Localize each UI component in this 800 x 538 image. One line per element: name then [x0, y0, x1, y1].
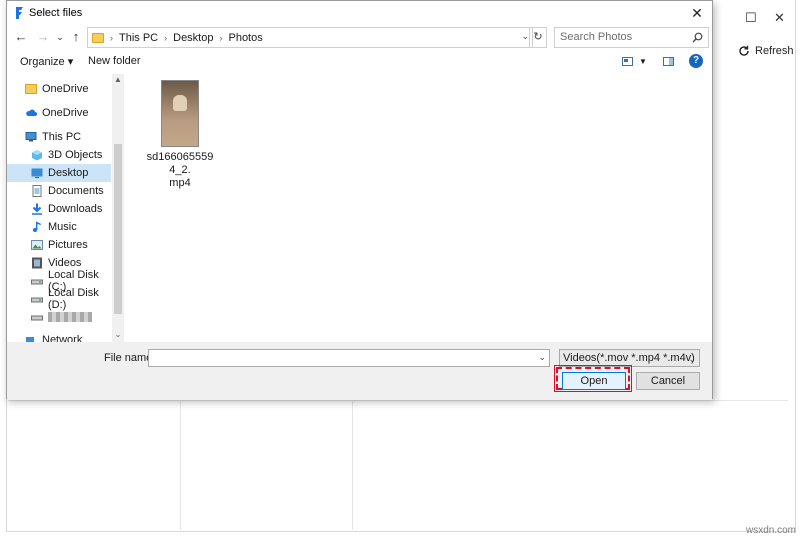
row-divider	[8, 400, 788, 401]
desktop-icon	[31, 168, 43, 178]
sidebar-item-label: Network	[42, 334, 83, 342]
file-name-input[interactable]: ⌄	[148, 349, 550, 367]
search-placeholder: Search Photos	[560, 31, 633, 43]
video-icon	[32, 257, 42, 269]
sidebar-item-label: Documents	[48, 185, 104, 197]
network-icon	[26, 337, 34, 342]
sidebar-item-pictures[interactable]: Pictures	[7, 236, 111, 254]
select-files-dialog: Select files ✕ ← → ⌄ ↑ › This PC › Deskt…	[6, 0, 713, 400]
watermark: wsxdn.com	[745, 525, 796, 536]
dialog-titlebar[interactable]: Select files ✕	[7, 1, 712, 25]
scroll-up-icon[interactable]: ▲	[112, 74, 124, 86]
sidebar-item-label: Music	[48, 221, 77, 233]
file-name-label: sd1660655594_2. mp4	[144, 151, 216, 190]
maximize-icon[interactable]: ☐	[745, 10, 757, 26]
file-name-line: sd1660655594_2.	[146, 151, 214, 176]
sidebar-item-label: Pictures	[48, 239, 88, 251]
sidebar-item-this-pc[interactable]: This PC	[7, 128, 111, 146]
dialog-toolbar: Organize ▾ New folder ▼ ?	[7, 51, 712, 73]
picture-icon	[31, 240, 43, 250]
breadcrumb-this-pc[interactable]: This PC	[119, 32, 158, 44]
music-icon	[33, 221, 42, 232]
file-item[interactable]: sd1660655594_2. mp4	[144, 80, 216, 190]
up-arrow-icon[interactable]: ↑	[67, 28, 85, 46]
chevron-down-icon[interactable]: ⌄	[538, 352, 546, 363]
column-divider	[352, 400, 353, 530]
sidebar-item-label: Videos	[48, 257, 82, 269]
dialog-title: Select files	[29, 7, 83, 19]
breadcrumb-separator-icon: ›	[110, 32, 113, 43]
drive-icon	[31, 315, 43, 321]
cloud-icon	[26, 109, 37, 116]
close-icon[interactable]: ✕	[774, 10, 785, 26]
sidebar-item-downloads[interactable]: Downloads	[7, 200, 111, 218]
sidebar-item-local-disk-d[interactable]: Local Disk (D:)	[7, 287, 111, 311]
sidebar-item-desktop[interactable]: Desktop	[7, 164, 111, 182]
app-logo-icon	[16, 7, 23, 19]
scroll-down-icon[interactable]: ⌄	[112, 329, 124, 341]
navigation-pane: OneDrive OneDrive This PC 3D Objects Des…	[7, 74, 124, 342]
column-divider	[180, 400, 181, 530]
chevron-down-icon: ⌄	[688, 354, 696, 364]
refresh-label: Refresh	[755, 45, 794, 57]
chevron-down-icon[interactable]: ⌄	[521, 31, 529, 42]
dialog-footer: File name: ⌄ Videos(*.mov *.mp4 *.m4v) ⌄…	[7, 342, 712, 400]
sidebar-item-music[interactable]: Music	[7, 218, 111, 236]
sidebar-item-label: Downloads	[48, 203, 103, 215]
redacted-label	[48, 312, 92, 322]
file-type-value: Videos(*.mov *.mp4 *.m4v)	[563, 352, 695, 364]
sidebar-item-network[interactable]: Network	[7, 331, 111, 342]
sidebar-item-label: Desktop	[48, 167, 89, 179]
preview-pane-icon[interactable]	[663, 57, 674, 66]
file-type-select[interactable]: Videos(*.mov *.mp4 *.m4v) ⌄	[559, 349, 700, 367]
navigation-bar: ← → ⌄ ↑ › This PC › Desktop › Photos ⌄ ↻…	[7, 25, 712, 49]
download-icon	[32, 203, 42, 215]
address-bar[interactable]: › This PC › Desktop › Photos ⌄	[87, 27, 533, 48]
breadcrumb-desktop[interactable]: Desktop	[173, 32, 213, 44]
nav-pane-scrollbar[interactable]: ▲ ⌄	[112, 74, 124, 342]
address-refresh-icon[interactable]: ↻	[529, 27, 547, 48]
scrollbar-thumb[interactable]	[114, 144, 122, 314]
file-list: sd1660655594_2. mp4	[127, 74, 711, 342]
dialog-close-button[interactable]: ✕	[686, 3, 708, 23]
cancel-button[interactable]: Cancel	[636, 372, 700, 390]
view-options-icon[interactable]	[622, 57, 633, 66]
folder-icon	[92, 32, 104, 43]
breadcrumb-separator-icon: ›	[219, 32, 223, 43]
sidebar-item-redacted-drive[interactable]	[7, 308, 111, 326]
new-folder-button[interactable]: New folder	[88, 55, 141, 67]
breadcrumb-photos[interactable]: Photos	[228, 32, 262, 44]
folder-icon	[25, 84, 37, 94]
sidebar-item-documents[interactable]: Documents	[7, 182, 111, 200]
sidebar-item-label: 3D Objects	[48, 149, 103, 161]
help-icon[interactable]: ?	[689, 54, 703, 68]
drive-icon	[31, 297, 43, 303]
search-input[interactable]: Search Photos	[554, 27, 709, 48]
sidebar-item-3d-objects[interactable]: 3D Objects	[7, 146, 111, 164]
view-dropdown-icon[interactable]: ▼	[639, 57, 647, 66]
refresh-button[interactable]: Refresh	[738, 45, 794, 57]
refresh-icon	[739, 45, 749, 56]
video-thumbnail	[161, 80, 199, 147]
breadcrumb-separator-icon: ›	[164, 32, 168, 43]
cube-icon	[32, 150, 42, 161]
drive-icon	[31, 279, 43, 285]
thumbnail-subject	[173, 95, 187, 111]
sidebar-item-onedrive-folder[interactable]: OneDrive	[7, 80, 111, 98]
document-icon	[32, 185, 42, 197]
forward-arrow-icon[interactable]: →	[34, 28, 52, 46]
computer-icon	[25, 132, 37, 142]
open-button[interactable]: Open	[562, 372, 626, 390]
sidebar-item-onedrive[interactable]: OneDrive	[7, 104, 111, 122]
organize-button[interactable]: Organize ▾	[20, 55, 73, 68]
back-arrow-icon[interactable]: ←	[12, 28, 30, 46]
sidebar-item-label: OneDrive	[42, 107, 89, 119]
sidebar-item-label: OneDrive	[42, 83, 89, 95]
search-icon	[692, 32, 703, 43]
sidebar-item-label: This PC	[42, 131, 82, 143]
file-name-line: mp4	[169, 177, 191, 189]
